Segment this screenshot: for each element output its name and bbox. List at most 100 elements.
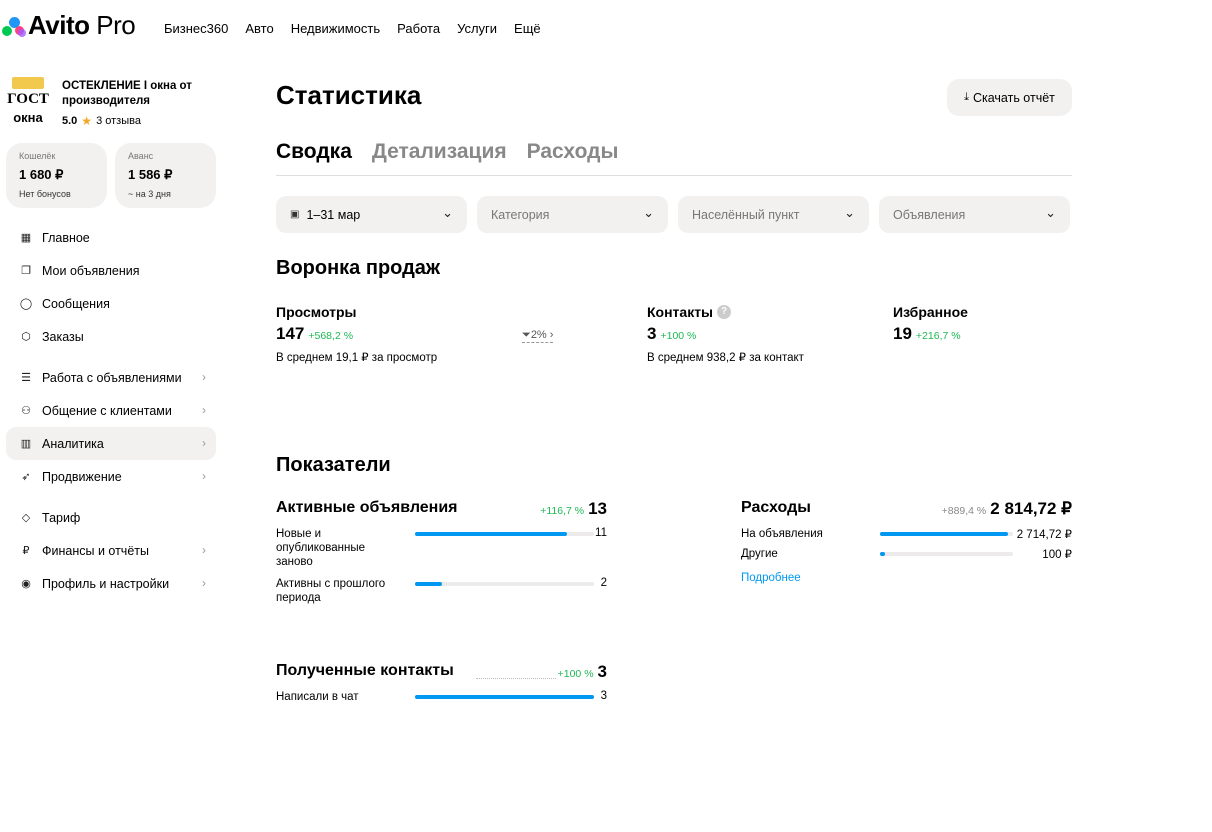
topnav-biznes360[interactable]: Бизнес360 xyxy=(164,21,228,36)
sidebar-item-label: Общение с клиентами xyxy=(42,403,172,418)
sidebar-item-ads-work[interactable]: ☰ Работа с объявлениями › xyxy=(6,361,216,394)
favorites-value: 19 xyxy=(893,324,912,343)
wallet-card[interactable]: Кошелёк 1 680 ₽ Нет бонусов xyxy=(6,143,107,208)
views-label: Просмотры xyxy=(276,304,357,320)
conversion-badge[interactable]: ⏷2% › xyxy=(522,329,554,343)
advance-value: 1 586 ₽ xyxy=(128,167,173,182)
favorites-label: Избранное xyxy=(893,304,968,320)
views-sub: В среднем 19,1 ₽ за просмотр xyxy=(276,352,438,364)
building-icon xyxy=(12,77,44,89)
help-icon[interactable]: ? xyxy=(717,305,732,319)
shop-logo: ГОСТ окна xyxy=(6,77,50,131)
brand-suffix: Pro xyxy=(96,10,136,40)
metric-row-label: Другие xyxy=(741,548,778,560)
sidebar-item-label: Работа с объявлениями xyxy=(42,370,182,385)
page-title: Статистика xyxy=(276,80,422,110)
metric-bar-fill xyxy=(415,532,568,536)
sidebar-item-finance[interactable]: ₽ Финансы и отчёты › xyxy=(6,534,216,567)
tab-summary[interactable]: Сводка xyxy=(276,140,352,164)
calendar-icon: ▣ xyxy=(290,209,300,220)
chevron-right-icon: › xyxy=(202,370,206,384)
expenses-title: Расходы xyxy=(741,499,811,516)
chevron-down-icon: ⌄ xyxy=(1045,205,1056,220)
main-content: Статистика ⤓ Скачать отчёт Сводка Детали… xyxy=(276,72,1072,729)
sidebar-item-tariff[interactable]: ◇ Тариф xyxy=(6,501,216,534)
active-ads-block: Активные объявления +116,7 % 13 Новые и … xyxy=(276,499,607,611)
advance-card[interactable]: Аванс 1 586 ₽ ~ на 3 дня xyxy=(115,143,216,208)
active-ads-change: +116,7 % xyxy=(540,505,585,517)
sidebar-item-promotion[interactable]: ➶ Продвижение › xyxy=(6,460,216,493)
download-label: Скачать отчёт xyxy=(972,90,1055,105)
location-filter[interactable]: Населённый пункт ⌄ xyxy=(678,196,869,233)
shop-rating[interactable]: 5.0 ★ 3 отзыва xyxy=(62,114,212,128)
metric-bar xyxy=(880,552,1013,556)
metric-bar-fill xyxy=(415,695,594,699)
sidebar-item-analytics[interactable]: ▥ Аналитика › xyxy=(6,427,216,460)
sidebar-item-messages[interactable]: ◯ Сообщения xyxy=(6,287,216,320)
metric-row: Новые и опубликованные заново 11 xyxy=(276,527,607,577)
sidebar-item-main[interactable]: ▦ Главное xyxy=(6,221,216,254)
metric-row: Написали в чат 3 xyxy=(276,690,607,710)
indicators: Активные объявления +116,7 % 13 Новые и … xyxy=(276,499,1072,729)
brand-name: Avito xyxy=(28,10,90,40)
chevron-right-icon: › xyxy=(202,436,206,450)
avito-pro-logo[interactable]: Avito Pro xyxy=(2,10,136,41)
shop-logo-line2: окна xyxy=(13,110,43,125)
contacts-label: Контакты xyxy=(647,304,714,320)
sidebar: ГОСТ окна ОСТЕКЛЕНИЕ I окна от производи… xyxy=(6,72,218,600)
star-icon: ★ xyxy=(81,114,93,128)
sidebar-menu: ▦ Главное ❐ Мои объявления ◯ Сообщения ⬡ Зак… xyxy=(6,221,218,600)
advance-label: Аванс xyxy=(128,151,154,161)
metric-row-value: 11 xyxy=(595,527,607,539)
topnav-more[interactable]: Ещё xyxy=(514,21,541,36)
contacts-block-title: Полученные контакты xyxy=(276,662,454,679)
ads-filter[interactable]: Объявления ⌄ xyxy=(879,196,1070,233)
conversion-value: 2% xyxy=(530,329,547,341)
topnav-realty[interactable]: Недвижимость xyxy=(291,21,380,36)
funnel-views: Просмотры 147 +568,2 % В среднем 19,1 ₽ … xyxy=(276,304,437,364)
shop-card[interactable]: ГОСТ окна ОСТЕКЛЕНИЕ I окна от производи… xyxy=(6,72,218,136)
more-link[interactable]: Подробнее xyxy=(741,572,1072,584)
diamond-icon: ◇ xyxy=(21,512,31,524)
metric-row-value: 100 ₽ xyxy=(1042,549,1072,561)
metric-bar xyxy=(415,695,594,699)
topnav-jobs[interactable]: Работа xyxy=(397,21,440,36)
metric-bar-fill xyxy=(880,532,1008,536)
views-change: +568,2 % xyxy=(308,330,354,342)
category-filter[interactable]: Категория ⌄ xyxy=(477,196,668,233)
list-icon: ☰ xyxy=(21,372,31,384)
metric-row: Активны с прошлого периода 2 xyxy=(276,577,607,611)
download-icon: ⤓ xyxy=(964,91,969,103)
tab-details[interactable]: Детализация xyxy=(372,140,507,164)
sidebar-item-orders[interactable]: ⬡ Заказы xyxy=(6,320,216,353)
metric-row-value: 2 xyxy=(600,577,607,589)
funnel-filter-icon: ⏷ xyxy=(522,329,531,341)
metric-row-label: На объявления xyxy=(741,528,823,540)
contacts-block-value: 3 xyxy=(597,662,607,681)
rocket-icon: ➶ xyxy=(21,471,31,483)
topnav-auto[interactable]: Авто xyxy=(245,21,273,36)
download-report-button[interactable]: ⤓ Скачать отчёт xyxy=(947,79,1072,116)
expenses-block: Расходы +889,4 % 2 814,72 ₽ На объявлени… xyxy=(741,499,1072,584)
sales-funnel: Просмотры 147 +568,2 % В среднем 19,1 ₽ … xyxy=(276,304,1072,444)
sidebar-item-profile[interactable]: ◉ Профиль и настройки › xyxy=(6,567,216,600)
sidebar-item-my-ads[interactable]: ❐ Мои объявления xyxy=(6,254,216,287)
sidebar-item-label: Тариф xyxy=(42,510,81,525)
reviews-count: 3 отзыва xyxy=(96,115,141,127)
metric-row-label: Активны с прошлого периода xyxy=(276,578,386,604)
shop-name: ОСТЕКЛЕНИЕ I окна от производителя xyxy=(62,80,192,107)
top-bar: Avito Pro Бизнес360 Авто Недвижимость Ра… xyxy=(0,0,1212,56)
date-filter[interactable]: ▣ 1–31 мар ⌄ xyxy=(276,196,467,233)
category-filter-placeholder: Категория xyxy=(491,207,550,222)
location-filter-placeholder: Населённый пункт xyxy=(692,207,800,222)
chart-icon: ▥ xyxy=(20,438,32,450)
sidebar-item-label: Сообщения xyxy=(42,296,110,311)
sidebar-item-clients[interactable]: ⚇ Общение с клиентами › xyxy=(6,394,216,427)
metric-row-value: 3 xyxy=(600,690,607,702)
topnav-services[interactable]: Услуги xyxy=(457,21,497,36)
funnel-favorites: Избранное 19 +216,7 % xyxy=(893,304,968,344)
sidebar-item-label: Мои объявления xyxy=(42,263,140,278)
contacts-change: +100 % xyxy=(660,330,697,342)
tab-expenses[interactable]: Расходы xyxy=(527,140,619,164)
chevron-right-icon: › xyxy=(202,543,206,557)
